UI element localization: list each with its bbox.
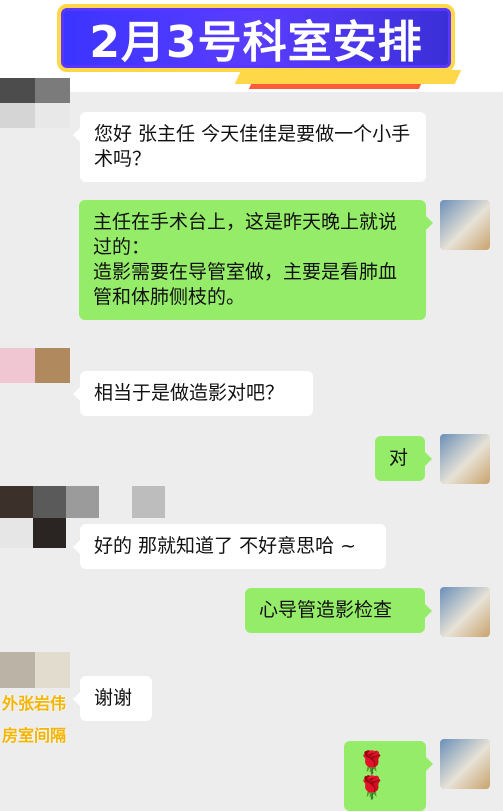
message-bubble-outgoing[interactable]: 🌹🌹: [344, 741, 433, 811]
message-bubble-incoming[interactable]: 好的 那就知道了 不好意思哈 ~: [73, 524, 386, 569]
avatar-blurred[interactable]: [0, 652, 70, 688]
banner-decoration: [234, 70, 462, 84]
avatar-user[interactable]: [440, 434, 490, 484]
message-bubble-outgoing[interactable]: 主任在手术台上，这是昨天晚上就说过的： 造影需要在导管室做，主要是看肺血管和体肺…: [79, 200, 433, 320]
avatar-blurred[interactable]: [0, 348, 70, 398]
watermark-line-2: 房室间隔: [2, 726, 67, 745]
message-bubble-incoming[interactable]: 谢谢: [73, 676, 152, 721]
avatar-blurred[interactable]: [0, 78, 70, 128]
avatar-user[interactable]: [440, 739, 490, 789]
watermark-line-1: 外张岩伟: [2, 694, 67, 713]
avatar-user[interactable]: [440, 587, 490, 637]
banner-decoration-line: [248, 84, 422, 89]
message-bubble-outgoing[interactable]: 对: [375, 436, 432, 481]
banner-title: 2月3号科室安排: [57, 4, 455, 72]
avatar-user[interactable]: [440, 200, 490, 250]
message-bubble-incoming[interactable]: 相当于是做造影对吧？: [73, 371, 313, 416]
message-bubble-incoming[interactable]: 您好 张主任 今天佳佳是要做一个小手术吗？: [73, 112, 426, 182]
title-banner: 2月3号科室安排: [0, 0, 503, 92]
message-bubble-outgoing[interactable]: 心导管造影检查: [245, 588, 432, 633]
